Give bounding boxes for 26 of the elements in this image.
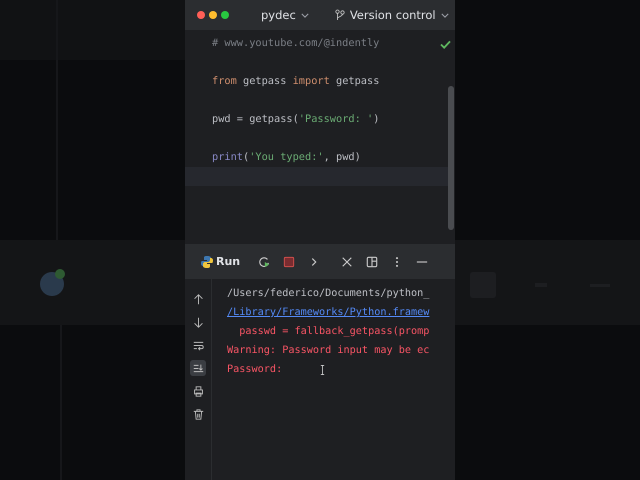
python-logo-icon bbox=[200, 254, 214, 268]
code-line: from getpass import getpass bbox=[212, 74, 380, 89]
output-line: /Users/federico/Documents/python_ bbox=[227, 287, 430, 301]
error-text: Password: bbox=[227, 363, 282, 377]
chevron-down-icon bbox=[440, 12, 449, 18]
rerun-icon[interactable] bbox=[258, 256, 270, 268]
code-line: pwd = getpass('Password: ') bbox=[212, 112, 380, 127]
scroll-end-icon[interactable] bbox=[190, 360, 206, 376]
file-link[interactable]: /Library/Frameworks/Python.framew bbox=[227, 303, 430, 322]
version-control-dropdown[interactable]: Version control bbox=[330, 6, 453, 24]
close-icon[interactable] bbox=[341, 256, 354, 268]
check-icon bbox=[440, 40, 451, 49]
code-line: print('You typed:', pwd) bbox=[212, 150, 361, 165]
minimize-window-button[interactable] bbox=[209, 11, 217, 19]
code-line: # www.youtube.com/@indently bbox=[212, 36, 380, 51]
run-panel-title: Run bbox=[216, 255, 240, 268]
stop-icon[interactable] bbox=[283, 256, 296, 268]
error-text: Warning: Password input may be ec bbox=[227, 344, 430, 358]
project-dropdown[interactable]: pydec bbox=[257, 6, 313, 24]
text-cursor-icon bbox=[320, 365, 325, 375]
error-text: passwd = fallback_getpass(promp bbox=[238, 325, 430, 339]
layout-icon[interactable] bbox=[366, 256, 378, 268]
zoom-window-button[interactable] bbox=[221, 11, 229, 19]
chevron-down-icon bbox=[300, 12, 309, 18]
close-window-button[interactable] bbox=[197, 11, 205, 19]
branch-icon bbox=[334, 9, 345, 21]
